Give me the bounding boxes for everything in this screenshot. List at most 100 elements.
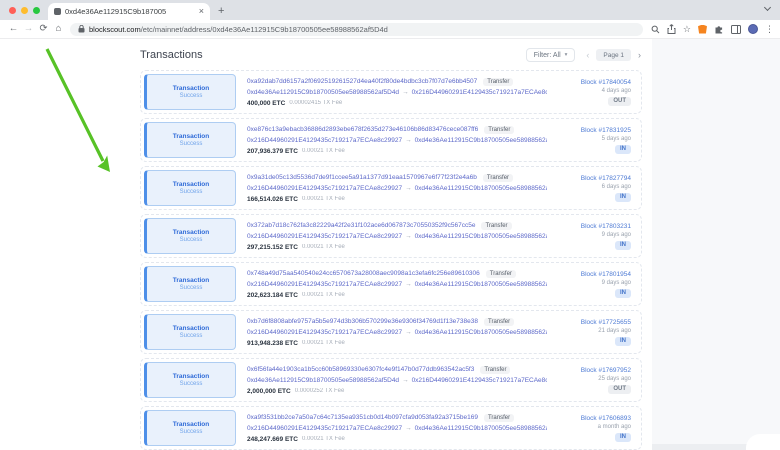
transaction-hash-link[interactable]: 0xb7d6f8808abfe9757a5b5e974d3b306b570299…: [247, 318, 478, 325]
transaction-value: 2,000,000 ETC: [247, 388, 291, 395]
from-address-link[interactable]: 0x216D44960291E4129435c719217a7ECAe8c299…: [247, 281, 402, 288]
pagination: ‹ Page 1 ›: [585, 49, 642, 61]
block-number-link[interactable]: Block #17827794: [581, 175, 631, 182]
annotation-arrow: [0, 39, 130, 450]
page-prev-button[interactable]: ‹: [585, 51, 590, 60]
from-address-link[interactable]: 0xd4e36Ae112915C9b18700505ee58988562af5D…: [247, 377, 399, 384]
arrow-right-icon: →: [405, 329, 412, 336]
status-title: Transaction: [173, 181, 209, 188]
from-address-link[interactable]: 0x216D44960291E4129435c719217a7ECAe8c299…: [247, 137, 402, 144]
address-bar[interactable]: blockscout.com/etc/mainnet/address/0xd4e…: [70, 23, 643, 36]
transaction-hash-link[interactable]: 0x748a49d75aa540540e24cc6570673a28008aec…: [247, 270, 480, 277]
transaction-hash-link[interactable]: 0xa9f3531bb2ce7a50a7c64c7135ea9351cb0d14…: [247, 414, 478, 421]
transaction-status-card[interactable]: Transaction Success: [144, 362, 236, 398]
block-number-link[interactable]: Block #17840054: [581, 79, 631, 86]
status-success-label: Success: [180, 189, 203, 195]
transfer-type-badge: Transfer: [483, 78, 513, 86]
metamask-extension-icon[interactable]: [698, 25, 707, 34]
transaction-row: Transaction Success 0xb7d6f8808abfe9757a…: [140, 310, 642, 354]
tab-close-icon[interactable]: ×: [199, 7, 204, 16]
from-address-link[interactable]: 0x216D44960291E4129435c719217a7ECAe8c299…: [247, 233, 402, 240]
transaction-fee: 0.00021 TX Fee: [302, 340, 345, 346]
transaction-hash-link[interactable]: 0x6f56fa44e1903ca1b5cc60b58969330e6307fc…: [247, 366, 474, 373]
home-icon[interactable]: ⌂: [51, 24, 66, 34]
transaction-age: 9 days ago: [602, 280, 631, 286]
search-icon[interactable]: [651, 25, 660, 34]
page-indicator[interactable]: Page 1: [596, 49, 631, 61]
transaction-status-card[interactable]: Transaction Success: [144, 170, 236, 206]
transaction-meta: Block #17803231 9 days ago IN: [547, 223, 631, 250]
block-number-link[interactable]: Block #17801954: [581, 271, 631, 278]
to-address-link[interactable]: 0xd4e36Ae112915C9b18700505ee58988562af5D…: [415, 281, 547, 288]
reload-icon[interactable]: ⟳: [36, 24, 51, 34]
to-address-link[interactable]: 0xd4e36Ae112915C9b18700505ee58988562af5D…: [415, 233, 547, 240]
to-address-link[interactable]: 0xd4e36Ae112915C9b18700505ee58988562af5D…: [415, 137, 547, 144]
header-controls: Filter: All ▾ ‹ Page 1 ›: [526, 48, 642, 62]
block-number-link[interactable]: Block #17803231: [581, 223, 631, 230]
from-address-link[interactable]: 0x216D44960291E4129435c719217a7ECAe8c299…: [247, 185, 402, 192]
to-address-link[interactable]: 0xd4e36Ae112915C9b18700505ee58988562af5D…: [415, 329, 547, 336]
to-address-link[interactable]: 0xd4e36Ae112915C9b18700505ee58988562af5D…: [415, 425, 547, 432]
transaction-fee: 0.00021 TX Fee: [302, 244, 345, 250]
share-icon[interactable]: [667, 24, 676, 34]
transaction-age: 21 days ago: [598, 328, 631, 334]
transaction-value: 400,000 ETC: [247, 100, 285, 107]
transaction-hash-link[interactable]: 0x9a31de05c13d5536d7de9f1ccee5a91a1377d9…: [247, 174, 477, 181]
status-success-label: Success: [180, 429, 203, 435]
back-icon[interactable]: ←: [6, 24, 21, 34]
transaction-details: 0xa9f3531bb2ce7a50a7c64c7135ea9351cb0d14…: [247, 414, 547, 443]
transaction-fee: 0.00021 TX Fee: [302, 196, 345, 202]
arrow-right-icon: →: [402, 377, 409, 384]
maximize-window-button[interactable]: [33, 7, 40, 14]
to-address-link[interactable]: 0x216D44960291E4129435c719217a7ECAe8c299…: [412, 89, 547, 96]
transfer-type-badge: Transfer: [481, 222, 511, 230]
transaction-fee: 0.0000252 TX Fee: [295, 388, 345, 394]
transaction-details: 0x372ab7d18c762fa3c82229a42f2e31f102ace6…: [247, 222, 547, 251]
caret-down-icon: ▾: [565, 52, 568, 58]
browser-tab[interactable]: 0xd4e36Ae112915C9b187005 ×: [48, 3, 210, 20]
from-address-link[interactable]: 0x216D44960291E4129435c719217a7ECAe8c299…: [247, 425, 402, 432]
from-address-link[interactable]: 0xd4e36Ae112915C9b18700505ee58988562af5D…: [247, 89, 399, 96]
transaction-hash-link[interactable]: 0x372ab7d18c762fa3c82229a42f2e31f102ace6…: [247, 222, 475, 229]
transaction-status-card[interactable]: Transaction Success: [144, 266, 236, 302]
to-address-link[interactable]: 0xd4e36Ae112915C9b18700505ee58988562af5D…: [415, 185, 547, 192]
filter-dropdown[interactable]: Filter: All ▾: [526, 48, 576, 62]
transaction-details: 0xb7d6f8808abfe9757a5b5e974d3b306b570299…: [247, 318, 547, 347]
direction-badge: IN: [615, 289, 631, 298]
chevron-down-icon[interactable]: [765, 5, 772, 12]
status-title: Transaction: [173, 229, 209, 236]
block-number-link[interactable]: Block #17697952: [581, 367, 631, 374]
from-address-link[interactable]: 0x216D44960291E4129435c719217a7ECAe8c299…: [247, 329, 402, 336]
arrow-right-icon: →: [405, 137, 412, 144]
block-number-link[interactable]: Block #17606893: [581, 415, 631, 422]
transfer-type-badge: Transfer: [483, 174, 513, 182]
new-tab-button[interactable]: +: [218, 3, 224, 20]
transaction-status-card[interactable]: Transaction Success: [144, 314, 236, 350]
arrow-right-icon: →: [405, 425, 412, 432]
extensions-puzzle-icon[interactable]: [714, 24, 724, 34]
bookmark-star-icon[interactable]: ☆: [683, 25, 691, 34]
url-path: /etc/mainnet/address/0xd4e36Ae112915C9b1…: [141, 25, 388, 34]
transaction-status-card[interactable]: Transaction Success: [144, 218, 236, 254]
transaction-row: Transaction Success 0xa92dab7dd6157a2f06…: [140, 70, 642, 114]
direction-badge: OUT: [608, 97, 631, 106]
block-number-link[interactable]: Block #17725655: [581, 319, 631, 326]
transaction-status-card[interactable]: Transaction Success: [144, 122, 236, 158]
arrow-right-icon: →: [405, 233, 412, 240]
transaction-hash-link[interactable]: 0xa92dab7dd6157a2f0692519261527d4ea40f2f…: [247, 78, 477, 85]
sidebar-panel-icon[interactable]: [731, 25, 741, 34]
forward-icon[interactable]: →: [21, 24, 36, 34]
page-next-button[interactable]: ›: [637, 51, 642, 60]
window-controls: [0, 0, 48, 20]
arrow-right-icon: →: [402, 89, 409, 96]
close-window-button[interactable]: [9, 7, 16, 14]
browser-menu-icon[interactable]: ⋮: [765, 25, 774, 34]
transaction-hash-link[interactable]: 0xe876c13a9ebacb36886d2893ebe678f2635d27…: [247, 126, 478, 133]
transaction-row: Transaction Success 0xa9f3531bb2ce7a50a7…: [140, 406, 642, 450]
minimize-window-button[interactable]: [21, 7, 28, 14]
to-address-link[interactable]: 0x216D44960291E4129435c719217a7ECAe8c299…: [412, 377, 547, 384]
block-number-link[interactable]: Block #17831925: [581, 127, 631, 134]
profile-avatar[interactable]: [748, 24, 758, 34]
transaction-status-card[interactable]: Transaction Success: [144, 74, 236, 110]
transaction-status-card[interactable]: Transaction Success: [144, 410, 236, 446]
